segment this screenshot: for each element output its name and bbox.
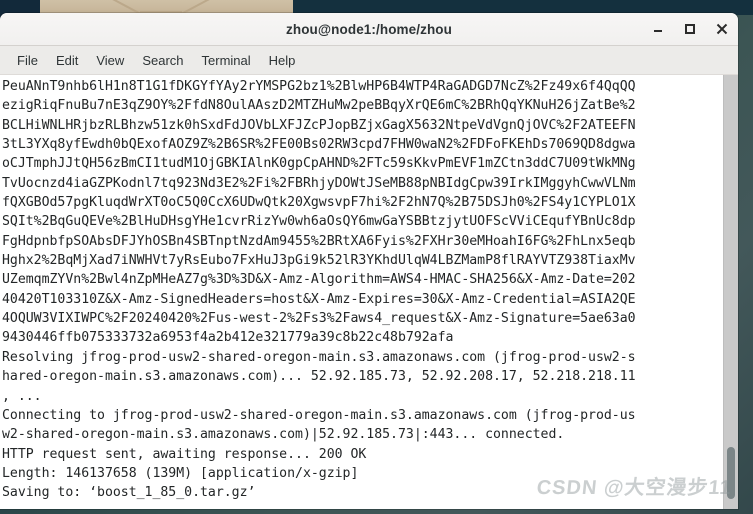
terminal-output[interactable]: PeuANnT9nhb6lH1n8T1G1fDKGYfYAy2rYMSPG2bz… (0, 75, 723, 509)
terminal-window: zhou@node1:/home/zhou File Edit View Sea… (0, 13, 738, 509)
menu-item-view[interactable]: View (87, 50, 133, 71)
terminal-line: 3tL3YXq8yfEwdh0bQExofAOZ9Z%2B6SR%2FE00Bs… (2, 137, 636, 153)
menu-bar: File Edit View Search Terminal Help (0, 46, 738, 75)
terminal-line: HTTP request sent, awaiting response... … (2, 446, 367, 462)
terminal-line: Connecting to jfrog-prod-usw2-shared-ore… (2, 407, 636, 423)
terminal-line: Resolving jfrog-prod-usw2-shared-oregon-… (2, 349, 636, 365)
terminal-line: BCLHiWNLHRjbzRLBhzw51zk0hSxdFdJOVbLXFJZc… (2, 117, 636, 133)
terminal-line: Saving to: ‘boost_1_85_0.tar.gz’ (2, 485, 256, 501)
terminal-area[interactable]: PeuANnT9nhb6lH1n8T1G1fDKGYfYAy2rYMSPG2bz… (0, 75, 738, 509)
terminal-line: 40420T103310Z&X-Amz-SignedHeaders=host&X… (2, 291, 636, 307)
terminal-line: SQIt%2BqGuQEVe%2BlHuDHsgYHe1cvrRizYw0wh6… (2, 214, 636, 230)
menu-item-file[interactable]: File (8, 50, 47, 71)
minimize-icon (652, 23, 664, 35)
terminal-line: UZemqmZYVn%2Bwl4nZpMHeAZ7g%3D%3D&X-Amz-A… (2, 272, 636, 288)
terminal-line: TvUocnzd4iaGZPKodnl7tq923Nd3E2%2Fi%2FBRh… (2, 175, 636, 191)
terminal-line: ezigRiqFnuBu7nE3qZ9OY%2FfdN8OulAAszD2MTZ… (2, 98, 636, 114)
window-titlebar[interactable]: zhou@node1:/home/zhou (0, 13, 738, 46)
terminal-line: 9430446ffb075333732a6953f4a2b412e321779a… (2, 330, 454, 346)
window-title: zhou@node1:/home/zhou (286, 21, 452, 37)
terminal-line: oCJTmphJJtQH56zBmCI1tudM1OjGBKIAlnK0gpCp… (2, 156, 636, 172)
terminal-scrollbar[interactable] (723, 75, 738, 509)
terminal-line: hared-oregon-main.s3.amazonaws.com)... 5… (2, 369, 636, 385)
scrollbar-thumb[interactable] (727, 447, 735, 499)
terminal-line: w2-shared-oregon-main.s3.amazonaws.com)|… (2, 427, 565, 443)
terminal-line: fQXGBOd57pgKluqdWrXT0oC5Q0CcX6UDwQtk20Xg… (2, 195, 636, 211)
terminal-line: , ... (2, 388, 42, 404)
terminal-line: Length: 146137658 (139M) [application/x-… (2, 465, 359, 481)
terminal-line: Hghx2%2BqMjXad7iNWHVt7yRsEubo7FxHuJ3pGi9… (2, 253, 636, 269)
maximize-icon (684, 23, 696, 35)
terminal-line: PeuANnT9nhb6lH1n8T1G1fDKGYfYAy2rYMSPG2bz… (2, 79, 636, 94)
close-button[interactable] (714, 21, 730, 37)
terminal-line: FgHdpnbfpSOAbsDFJYhOSBn4SBTnptNzdAm9455%… (2, 233, 636, 249)
close-icon (716, 23, 728, 35)
menu-item-terminal[interactable]: Terminal (193, 50, 260, 71)
menu-item-edit[interactable]: Edit (47, 50, 87, 71)
menu-item-search[interactable]: Search (133, 50, 192, 71)
minimize-button[interactable] (650, 21, 666, 37)
maximize-button[interactable] (682, 21, 698, 37)
menu-item-help[interactable]: Help (260, 50, 305, 71)
terminal-line: 4OQUW3VIXIWPC%2F20240420%2Fus-west-2%2Fs… (2, 311, 636, 327)
window-controls (650, 13, 730, 45)
